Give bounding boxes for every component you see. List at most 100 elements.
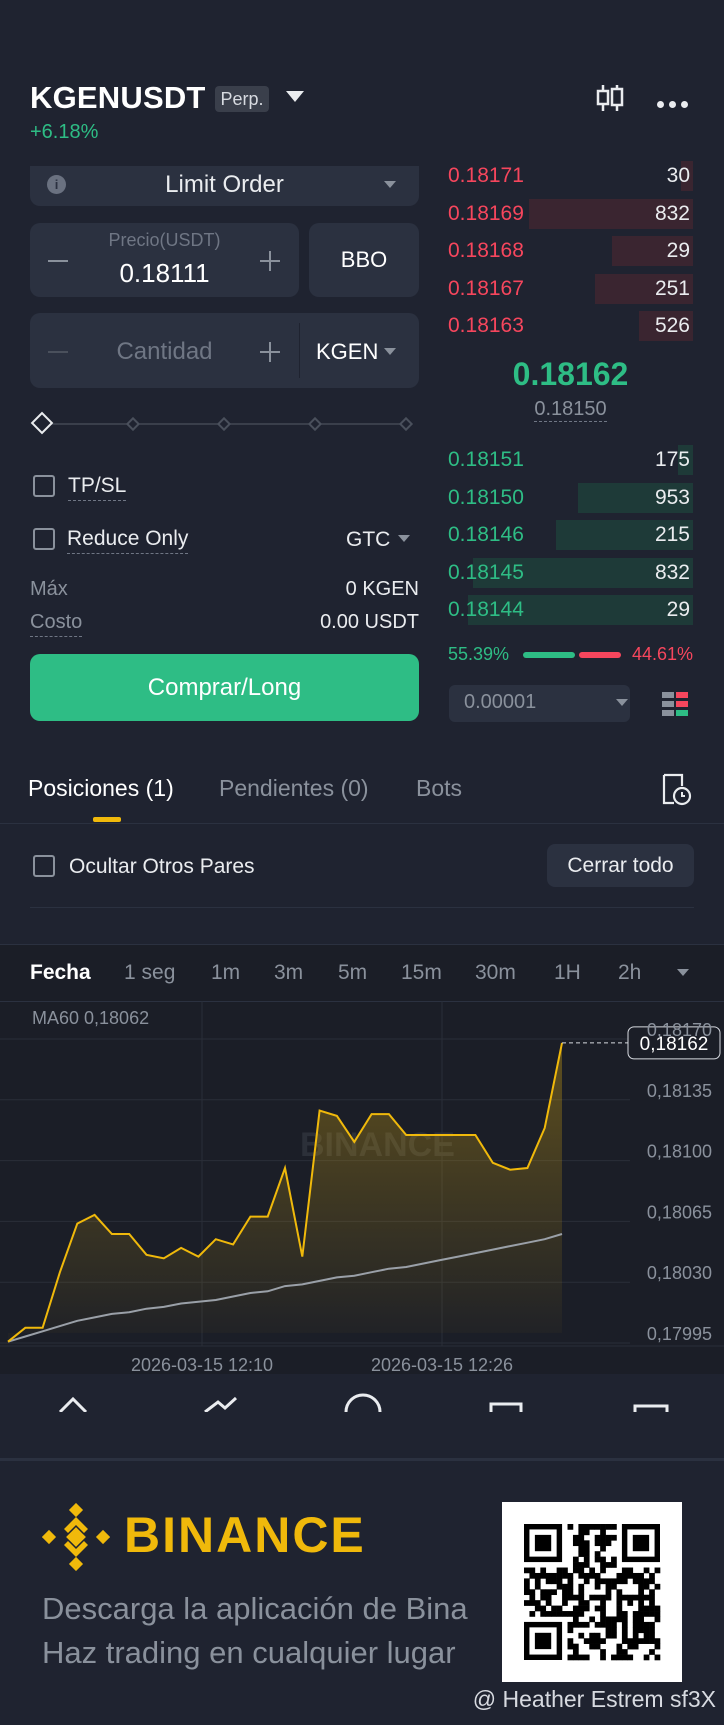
- slider-step-75[interactable]: [307, 416, 323, 432]
- ask-row[interactable]: 0.18167 251: [448, 271, 693, 305]
- bid-row[interactable]: 0.18146 215: [448, 517, 693, 551]
- slider-handle[interactable]: [30, 411, 54, 435]
- slider-step-100[interactable]: [398, 416, 414, 432]
- nav-trade-icon: [344, 1393, 382, 1412]
- cost-value: 0.00 USDT: [320, 611, 419, 633]
- bottom-nav-icons[interactable]: [0, 1390, 724, 1412]
- order-history-icon[interactable]: [660, 772, 692, 806]
- active-tab-indicator: [93, 817, 121, 822]
- quantity-placeholder[interactable]: Cantidad: [30, 338, 299, 366]
- order-price: 0.18163: [448, 314, 524, 337]
- pair-dropdown-icon[interactable]: [286, 91, 304, 102]
- x-tick-label: 2026-03-15 12:26: [371, 1355, 513, 1375]
- index-price-value: 0.18150: [534, 398, 607, 422]
- price-change: +6.18%: [30, 121, 99, 143]
- order-quantity: 29: [666, 239, 690, 262]
- section-divider: [30, 907, 694, 908]
- nav-futures-icon: [489, 1402, 523, 1412]
- ask-row[interactable]: 0.18168 29: [448, 233, 693, 267]
- order-quantity: 832: [654, 201, 690, 225]
- buy-long-button[interactable]: Comprar/Long: [30, 654, 419, 721]
- order-quantity: 30: [666, 164, 690, 187]
- download-text-line2: Haz trading en cualquier lugar: [42, 1635, 456, 1670]
- ask-row[interactable]: 0.18163 526: [448, 308, 693, 342]
- sell-ratio: 44.61%: [631, 644, 693, 664]
- precision-value: 0.00001: [464, 691, 537, 713]
- timeframe-option[interactable]: 5m: [338, 961, 367, 985]
- order-quantity: 953: [654, 485, 690, 509]
- timeframe-option[interactable]: 30m: [475, 961, 516, 985]
- candlestick-icon[interactable]: [594, 82, 626, 114]
- price-increment-icon-stroke[interactable]: [269, 251, 271, 271]
- bbo-button[interactable]: BBO: [309, 223, 419, 297]
- y-tick-label: 0,17995: [647, 1324, 712, 1344]
- x-tick-label: 2026-03-15 12:10: [131, 1355, 273, 1375]
- nav-home-icon: [58, 1396, 88, 1412]
- bid-row[interactable]: 0.18145 832: [448, 555, 693, 589]
- quantity-decrement-icon[interactable]: [48, 351, 68, 353]
- watermark-text: @ Heather Estrem sf3X: [472, 1686, 716, 1712]
- reduce-only-label[interactable]: Reduce Only: [67, 527, 189, 554]
- more-icon[interactable]: [657, 95, 693, 113]
- index-price: 0.18150: [448, 398, 693, 422]
- order-price: 0.18168: [448, 239, 524, 262]
- chevron-down-icon: [384, 348, 396, 355]
- slider-step-25[interactable]: [125, 416, 141, 432]
- qr-code[interactable]: [502, 1502, 682, 1682]
- ask-row[interactable]: 0.18169 832: [448, 196, 693, 230]
- order-book-layout-icon[interactable]: [661, 690, 689, 718]
- sell-ratio-bar: [579, 652, 621, 658]
- timeframe-option[interactable]: 3m: [274, 961, 303, 985]
- timeframe-option[interactable]: 2h: [618, 961, 641, 985]
- ma-indicator-label: MA60 0,18062: [32, 1008, 150, 1028]
- order-price: 0.18145: [448, 560, 524, 584]
- price-label: Precio(USDT): [108, 230, 221, 250]
- buy-ratio: 55.39%: [448, 644, 510, 664]
- close-all-button[interactable]: Cerrar todo: [547, 844, 694, 887]
- download-text-line1: Descarga la aplicación de Bina: [42, 1591, 468, 1626]
- tab-positions[interactable]: Posiciones (1): [28, 775, 174, 802]
- perp-badge: Perp.: [215, 86, 269, 112]
- chevron-down-icon: [384, 181, 396, 188]
- order-type-label: Limit Order: [165, 171, 284, 198]
- binance-logo-icon: [42, 1503, 110, 1571]
- chevron-down-icon[interactable]: [677, 969, 689, 976]
- price-value[interactable]: 0.18111: [30, 258, 299, 289]
- hide-other-pairs-label[interactable]: Ocultar Otros Pares: [69, 855, 255, 879]
- timeframe-option[interactable]: 1m: [211, 961, 240, 985]
- tab-pending[interactable]: Pendientes (0): [219, 775, 369, 802]
- ask-row[interactable]: 0.18171 30: [448, 158, 693, 192]
- quantity-divider: [299, 323, 300, 378]
- mark-price: 0.18162: [512, 356, 629, 392]
- slider-step-50[interactable]: [216, 416, 232, 432]
- reduce-only-checkbox[interactable]: [33, 528, 55, 550]
- max-label: Máx: [30, 578, 68, 600]
- tpsl-checkbox[interactable]: [33, 475, 55, 497]
- y-tick-label: 0,18065: [647, 1202, 712, 1222]
- timeframe-option[interactable]: 1 seg: [124, 961, 175, 985]
- cost-label: Costo: [30, 611, 83, 637]
- order-price: 0.18150: [448, 485, 524, 509]
- timeframe-option[interactable]: 1H: [554, 961, 581, 985]
- time-in-force-select[interactable]: GTC: [346, 528, 390, 552]
- hide-other-pairs-checkbox[interactable]: [33, 855, 55, 877]
- order-quantity: 526: [654, 314, 690, 337]
- order-price: 0.18146: [448, 523, 524, 546]
- y-tick-label: 0,18170: [647, 1020, 712, 1040]
- pair-title[interactable]: KGENUSDT: [30, 80, 206, 116]
- timeframe-option[interactable]: Fecha: [30, 961, 91, 985]
- buy-ratio-bar: [523, 652, 575, 658]
- order-quantity: 175: [654, 448, 690, 471]
- price-chart-svg[interactable]: BINANCE0,181620,181700,181350,181000,180…: [0, 1001, 724, 1386]
- price-decrement-icon[interactable]: [48, 260, 68, 262]
- order-quantity: 251: [654, 276, 690, 300]
- tpsl-label[interactable]: TP/SL: [68, 474, 127, 501]
- quantity-unit-select[interactable]: KGEN: [316, 339, 378, 365]
- bid-row[interactable]: 0.18150 953: [448, 480, 693, 514]
- quantity-increment-icon-stroke[interactable]: [269, 342, 271, 362]
- bid-row[interactable]: 0.18151 175: [448, 442, 693, 476]
- tab-divider: [0, 823, 724, 824]
- tab-bots[interactable]: Bots: [416, 775, 462, 802]
- bid-row[interactable]: 0.18144 29: [448, 592, 693, 626]
- timeframe-option[interactable]: 15m: [401, 961, 442, 985]
